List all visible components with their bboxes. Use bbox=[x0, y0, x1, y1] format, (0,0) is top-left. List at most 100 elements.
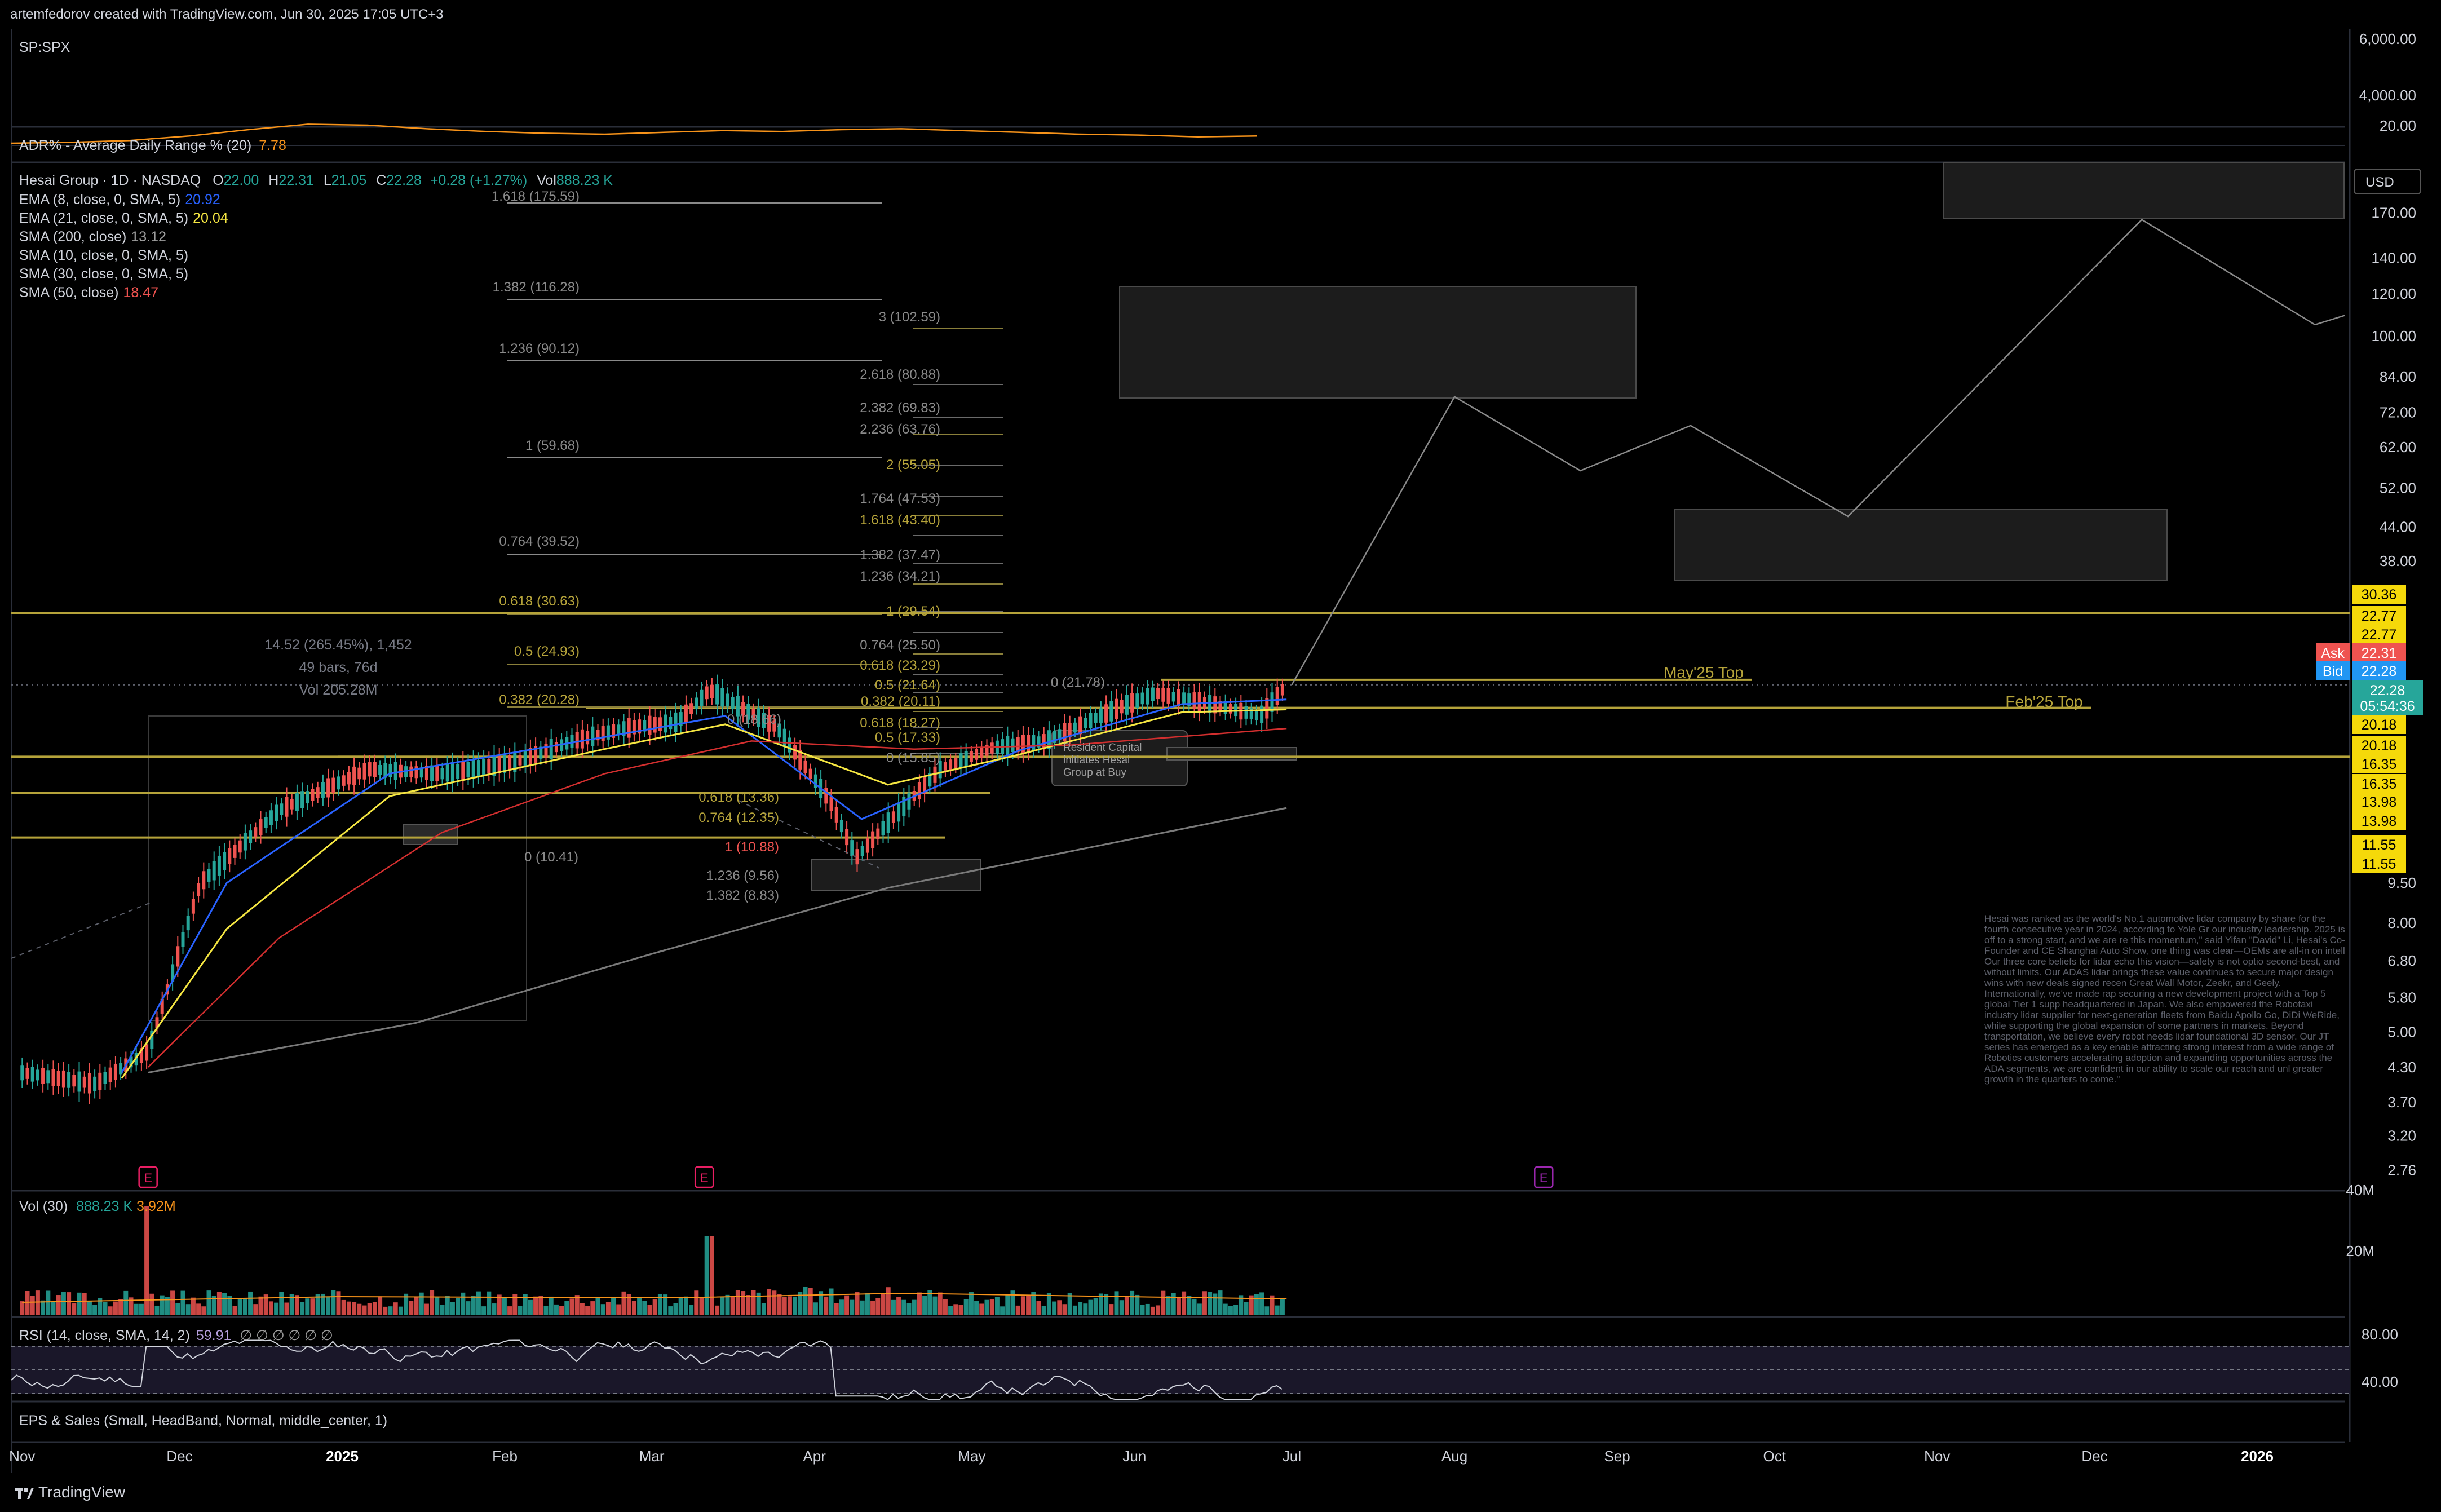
candle-body bbox=[217, 855, 221, 876]
candle-body bbox=[1151, 687, 1155, 701]
candle-body bbox=[720, 688, 724, 707]
volume-bar bbox=[683, 1296, 688, 1315]
volume-bar bbox=[1005, 1294, 1010, 1315]
candle-body bbox=[497, 756, 501, 773]
volume-bar bbox=[1171, 1293, 1176, 1315]
volume-bar bbox=[1057, 1300, 1062, 1315]
volume-bar bbox=[1072, 1305, 1077, 1315]
volume-bar bbox=[994, 1297, 1000, 1315]
volume-bar bbox=[554, 1304, 559, 1315]
candle-body bbox=[907, 793, 911, 810]
candle-body bbox=[197, 883, 201, 896]
candle-body bbox=[243, 833, 247, 851]
volume-bar bbox=[123, 1290, 129, 1315]
volume-bar bbox=[357, 1303, 362, 1315]
volume-bar bbox=[1020, 1296, 1025, 1315]
volume-bar bbox=[430, 1290, 435, 1315]
candle-body bbox=[1084, 718, 1087, 728]
price-tick: 6.80 bbox=[2387, 952, 2416, 969]
candle-body bbox=[575, 732, 579, 749]
volume-bar bbox=[440, 1305, 445, 1315]
chart-canvas[interactable]: 6,000.00 4,000.00 20.00 USD 170.00 140.00 120.… bbox=[0, 0, 2441, 1512]
candle-body bbox=[1177, 689, 1180, 706]
volume-bar bbox=[242, 1298, 247, 1315]
low-label: L bbox=[323, 173, 331, 188]
candle-body bbox=[695, 697, 698, 709]
price-tag-text: 11.55 bbox=[2362, 856, 2396, 872]
volume-bar bbox=[492, 1303, 497, 1315]
price-tick: 5.00 bbox=[2387, 1024, 2416, 1041]
measure-label: Vol 205.28M bbox=[299, 682, 378, 698]
price-tick: 4.30 bbox=[2387, 1059, 2416, 1076]
candle-body bbox=[228, 848, 232, 864]
fib-label-low: 0.618 (13.36) bbox=[698, 790, 779, 805]
price-tick: 120.00 bbox=[2371, 285, 2416, 302]
callout-text: Resident Capital bbox=[1063, 742, 1142, 754]
candle-body bbox=[72, 1075, 76, 1087]
candle-body bbox=[860, 846, 864, 856]
volume-bar bbox=[77, 1292, 82, 1315]
candle-body bbox=[476, 760, 480, 776]
price-tag-text: 20.18 bbox=[2362, 738, 2397, 754]
time-tick: 2025 bbox=[326, 1448, 359, 1465]
rsi-legend[interactable]: RSI (14, close, SMA, 14, 2) 59.91 ∅ ∅ ∅ … bbox=[19, 1327, 333, 1344]
volume-bar bbox=[362, 1305, 367, 1315]
volume-bar bbox=[989, 1299, 994, 1315]
price-tick: 100.00 bbox=[2371, 328, 2416, 344]
candle-body bbox=[254, 827, 258, 837]
volume-bar bbox=[938, 1292, 943, 1315]
eps-legend[interactable]: EPS & Sales (Small, HeadBand, Normal, mi… bbox=[19, 1413, 387, 1429]
volume-legend[interactable]: Vol (30) 888.23 K 3.92M bbox=[19, 1199, 176, 1215]
candle-body bbox=[82, 1076, 86, 1088]
volume-bar bbox=[865, 1293, 870, 1315]
volume-bar bbox=[932, 1296, 938, 1315]
price-tag-text: 20.18 bbox=[2362, 717, 2397, 733]
volume-bar bbox=[1208, 1292, 1213, 1315]
candle-body bbox=[461, 761, 465, 781]
adr-value: 7.78 bbox=[259, 138, 286, 153]
volume-bar bbox=[642, 1301, 647, 1315]
candle-body bbox=[223, 852, 227, 870]
fib-label-mid: 0.618 (18.27) bbox=[860, 715, 940, 731]
indicator-legend-item[interactable]: EMA (8, close, 0, SMA, 5) 20.92 bbox=[19, 192, 220, 208]
fib-label-mid: 0 (21.78) bbox=[1051, 675, 1105, 690]
volume-bar bbox=[715, 1305, 720, 1315]
volume-bar bbox=[20, 1301, 25, 1315]
candle-body bbox=[108, 1067, 112, 1082]
candle-body bbox=[326, 778, 330, 798]
time-tick: Apr bbox=[803, 1448, 826, 1465]
candle-body bbox=[300, 791, 304, 808]
candle-body bbox=[466, 762, 470, 777]
volume-bar bbox=[72, 1302, 77, 1315]
candle-body bbox=[202, 871, 206, 890]
volume-bar bbox=[595, 1298, 600, 1315]
volume-bar bbox=[886, 1287, 891, 1315]
volume-bar bbox=[518, 1306, 523, 1315]
indicator-legend-item[interactable]: EMA (21, close, 0, SMA, 5) 20.04 bbox=[19, 210, 228, 227]
volume-bar bbox=[398, 1306, 403, 1315]
volume-bar bbox=[1114, 1291, 1119, 1315]
fib-label-low: 1.382 (8.83) bbox=[706, 888, 779, 903]
volume-bar bbox=[326, 1296, 331, 1315]
time-axis[interactable]: Nov Dec 2025 Feb Mar Apr May Jun Jul Aug Sep Oct Nov… bbox=[9, 1448, 2274, 1465]
fib-label-left: 0.764 (39.52) bbox=[499, 534, 580, 549]
ohlc-legend[interactable]: Hesai Group · 1D · NASDAQ O22.00 H22.31 … bbox=[19, 173, 613, 189]
volume-bar bbox=[1052, 1301, 1057, 1315]
volume-bar bbox=[268, 1301, 273, 1315]
indicator-legend-item[interactable]: SMA (50, close) 18.47 bbox=[19, 285, 158, 301]
candle-body bbox=[689, 703, 693, 714]
price-tag-text: 05:54:36 bbox=[2360, 698, 2415, 714]
volume-bar bbox=[896, 1297, 901, 1315]
rsi-axis-label: 80.00 bbox=[2362, 1326, 2398, 1343]
volume-bar bbox=[502, 1297, 507, 1315]
indicator-legend-item[interactable]: SMA (200, close) 13.12 bbox=[19, 229, 166, 245]
indicator-legend-item[interactable]: SMA (10, close, 0, SMA, 5) bbox=[19, 247, 193, 264]
indicator-legend-item[interactable]: SMA (30, close, 0, SMA, 5) bbox=[19, 266, 193, 282]
volume-bar bbox=[585, 1306, 590, 1315]
feb-top-label: Feb'25 Top bbox=[2005, 693, 2082, 710]
fib-label-mid: 0.5 (17.33) bbox=[875, 730, 940, 745]
volume-bar bbox=[824, 1296, 829, 1315]
candle-body bbox=[145, 1044, 149, 1061]
volume-bar bbox=[808, 1288, 813, 1315]
volume-bar bbox=[1187, 1296, 1192, 1315]
